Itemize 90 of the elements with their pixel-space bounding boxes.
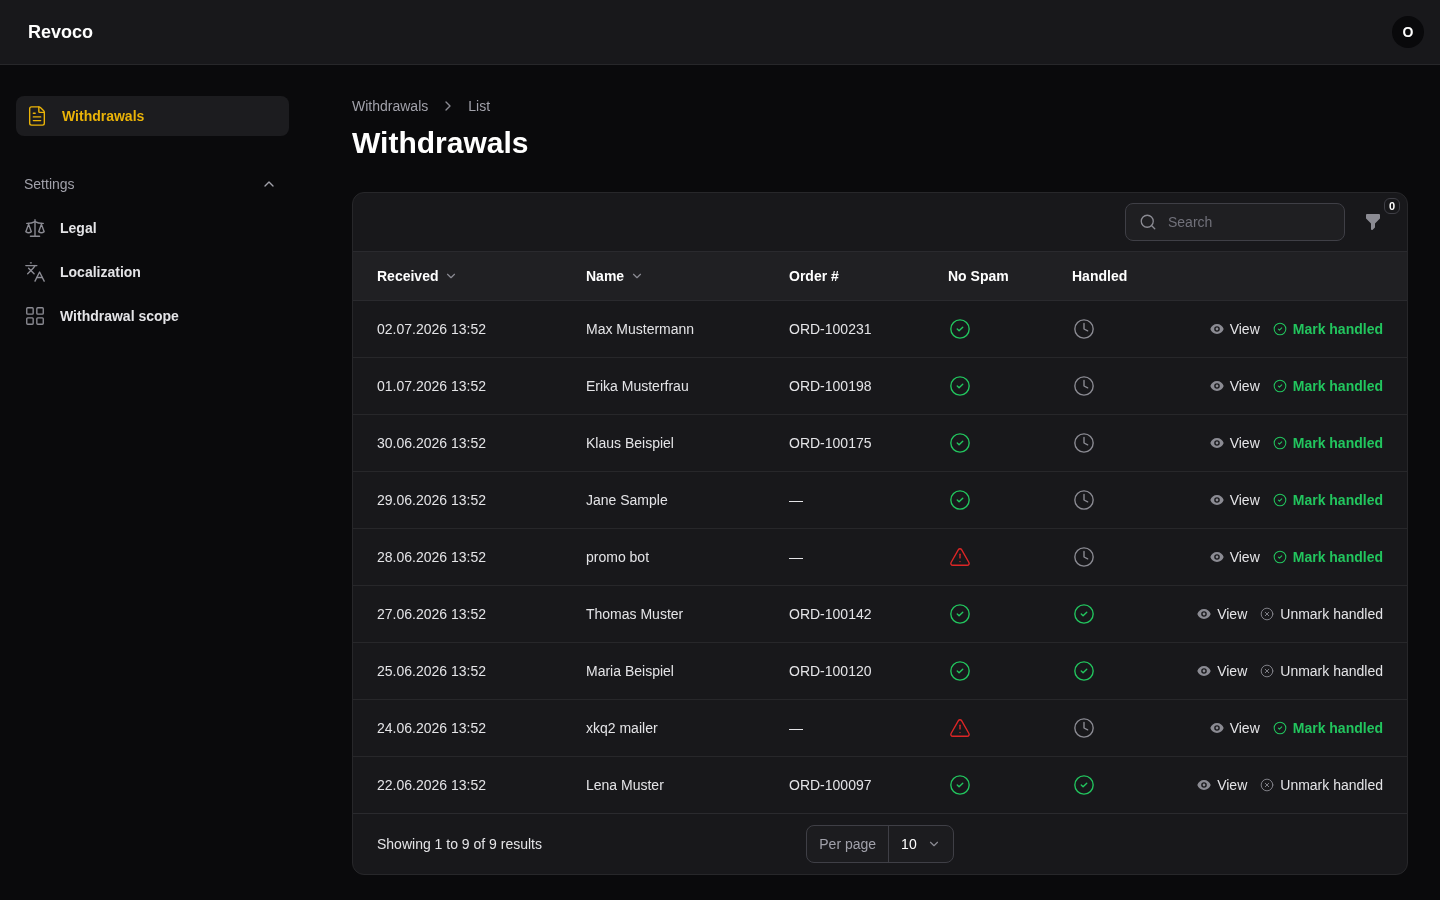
view-link[interactable]: View (1197, 604, 1248, 624)
settings-group-toggle[interactable]: Settings (16, 172, 289, 196)
mark-handled-link[interactable]: Mark handled (1272, 490, 1383, 510)
table-cell-text: Maria Beispiel (586, 662, 674, 681)
filter-button[interactable] (1363, 212, 1383, 232)
per-page-select[interactable]: 10 (889, 826, 953, 862)
eye-icon (1197, 607, 1212, 621)
table-cell-text: Thomas Muster (586, 605, 684, 624)
table-cell-text: ORD-100231 (789, 320, 872, 339)
eye-icon (1209, 379, 1224, 393)
eye-icon (1197, 778, 1212, 792)
check-circle-icon (1272, 721, 1287, 735)
unmark-handled-link[interactable]: Unmark handled (1260, 775, 1383, 795)
view-link[interactable]: View (1209, 547, 1260, 567)
search-icon (1139, 213, 1157, 231)
table-cell-text: — (789, 491, 803, 510)
x-circle-icon (1260, 607, 1275, 621)
table-cell-text: — (789, 719, 803, 738)
table-cell-text: Lena Muster (586, 776, 664, 795)
grid-icon (24, 305, 46, 327)
view-link[interactable]: View (1197, 661, 1248, 681)
table-cell-text: 30.06.2026 13:52 (377, 434, 486, 453)
eye-icon (1209, 322, 1224, 336)
filter-count-badge: 0 (1384, 198, 1400, 214)
sidebar-item[interactable]: Localization (16, 250, 289, 294)
table-cell-text: 29.06.2026 13:52 (377, 491, 486, 510)
table-cell-text: — (789, 548, 803, 567)
brand-name: Revoco (28, 21, 94, 44)
check-circle-icon (1272, 322, 1287, 336)
view-link[interactable]: View (1209, 718, 1260, 738)
column-header[interactable]: Received (377, 266, 459, 286)
user-avatar[interactable]: O (1392, 16, 1424, 48)
table-cell-text: Jane Sample (586, 491, 668, 510)
check-circle-icon (1272, 493, 1287, 507)
view-link[interactable]: View (1209, 433, 1260, 453)
view-link[interactable]: View (1209, 319, 1260, 339)
filter-icon (1363, 212, 1383, 232)
eye-icon (1209, 721, 1224, 735)
table-cell-text: 01.07.2026 13:52 (377, 377, 486, 396)
search-field[interactable]: Search (1125, 203, 1345, 241)
table-cell-text: 25.06.2026 13:52 (377, 662, 486, 681)
table-cell-text: Max Mustermann (586, 320, 695, 339)
mark-handled-link[interactable]: Mark handled (1272, 433, 1383, 453)
table-cell-text: ORD-100142 (789, 605, 872, 624)
column-header: No Spam (948, 267, 1009, 286)
table-cell-text: Klaus Beispiel (586, 434, 674, 453)
sidebar-item[interactable]: Withdrawals (16, 96, 289, 136)
sidebar-item[interactable]: Withdrawal scope (16, 294, 289, 338)
check-circle-icon (1272, 379, 1287, 393)
mark-handled-link[interactable]: Mark handled (1272, 547, 1383, 567)
table-cell-text: 28.06.2026 13:52 (377, 548, 486, 567)
eye-icon (1209, 493, 1224, 507)
breadcrumb-link[interactable]: Withdrawals (352, 96, 429, 116)
table-cell-text: xkq2 mailer (586, 719, 658, 738)
unmark-handled-link[interactable]: Unmark handled (1260, 661, 1383, 681)
per-page-label: Per page (807, 826, 890, 862)
translate-icon (24, 261, 46, 283)
scales-icon (24, 217, 46, 239)
breadcrumb-link[interactable]: List (468, 96, 491, 116)
view-link[interactable]: View (1197, 775, 1248, 795)
check-circle-icon (1272, 550, 1287, 564)
table-cell-text: ORD-100198 (789, 377, 872, 396)
table-cell-text: ORD-100175 (789, 434, 872, 453)
table-cell-text: 24.06.2026 13:52 (377, 719, 486, 738)
eye-icon (1209, 436, 1224, 450)
document-icon (26, 105, 48, 127)
table-cell-text: 02.07.2026 13:52 (377, 320, 486, 339)
table-cell-text: 22.06.2026 13:52 (377, 776, 486, 795)
x-circle-icon (1260, 664, 1275, 678)
column-header: Order # (789, 267, 839, 286)
page-title: Withdrawals (352, 125, 529, 161)
column-header[interactable]: Name (586, 266, 645, 286)
table-cell-text: Erika Musterfrau (586, 377, 689, 396)
mark-handled-link[interactable]: Mark handled (1272, 319, 1383, 339)
x-circle-icon (1260, 778, 1275, 792)
sidebar-item[interactable]: Legal (16, 206, 289, 250)
eye-icon (1209, 550, 1224, 564)
eye-icon (1197, 664, 1212, 678)
results-summary: Showing 1 to 9 of 9 results (377, 835, 542, 854)
mark-handled-link[interactable]: Mark handled (1272, 376, 1383, 396)
view-link[interactable]: View (1209, 490, 1260, 510)
table-cell-text: ORD-100097 (789, 776, 872, 795)
view-link[interactable]: View (1209, 376, 1260, 396)
unmark-handled-link[interactable]: Unmark handled (1260, 604, 1383, 624)
column-header: Handled (1072, 267, 1128, 286)
table-cell-text: ORD-100120 (789, 662, 872, 681)
table-cell-text: promo bot (586, 548, 650, 567)
mark-handled-link[interactable]: Mark handled (1272, 718, 1383, 738)
check-circle-icon (1272, 436, 1287, 450)
table-cell-text: 27.06.2026 13:52 (377, 605, 486, 624)
